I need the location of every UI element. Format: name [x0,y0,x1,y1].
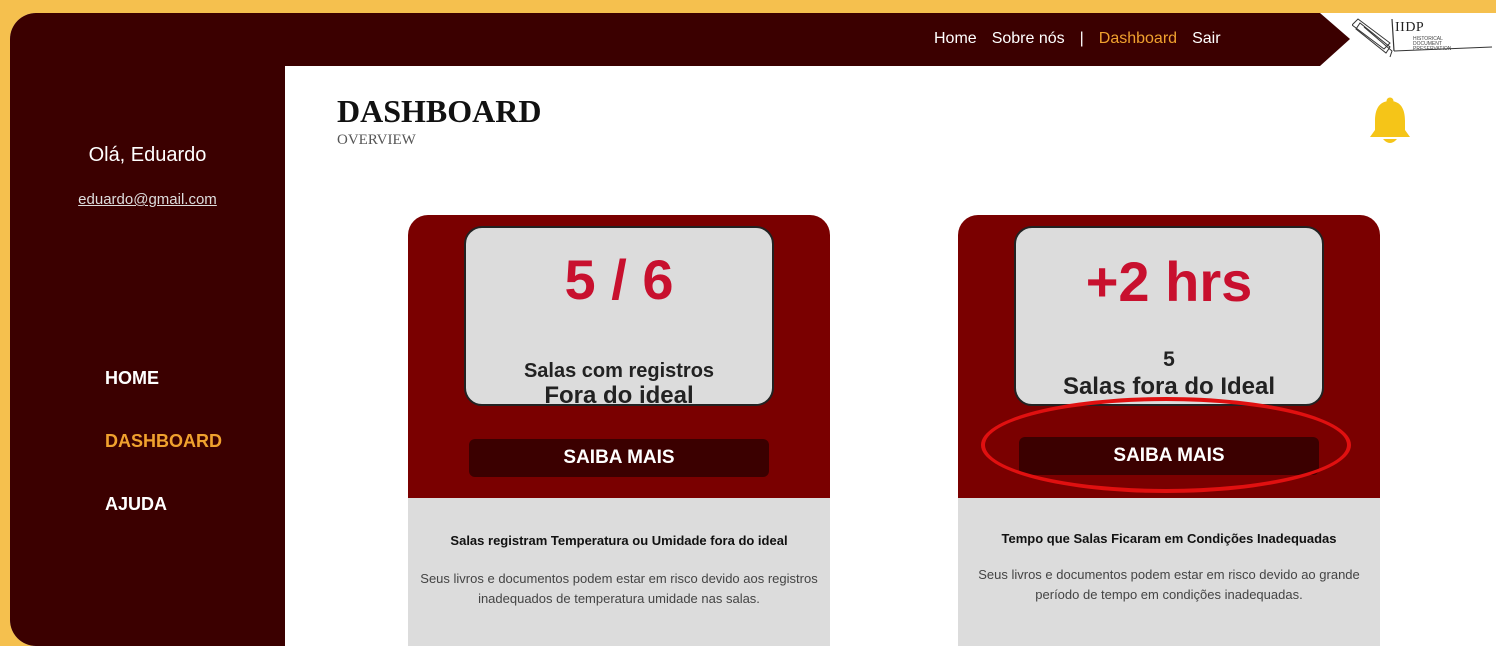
stat-box: 5 / 6 Salas com registros Fora do ideal [464,226,774,409]
card-title: Salas registram Temperatura ou Umidade f… [450,533,788,548]
card-description: Seus livros e documentos podem estar em … [420,571,818,606]
card-time-inadequate: +2 hrs 5 Salas fora do Ideal SAIBA MAIS … [958,215,1380,646]
stat-value: +2 hrs [1085,250,1253,313]
page-subtitle: OVERVIEW [337,132,416,148]
nav-separator: | [1079,30,1084,47]
logo-text: IIDP [1395,20,1425,35]
nav-home-link[interactable]: Home [934,30,977,48]
user-email-link[interactable]: eduardo@gmail.com [10,191,285,208]
stat-label: 5 [1163,348,1175,371]
sidebar-item-dashboard[interactable]: DASHBOARD [105,431,222,452]
sidebar: Olá, Eduardo eduardo@gmail.com HOME DASH… [10,66,285,646]
stat-value: 5 / 6 [564,248,674,311]
app-frame: Home Sobre nós | Dashboard Sair IIDP HIS… [10,13,1496,646]
stat-label: Salas com registros [523,360,715,382]
nav-dashboard-link[interactable]: Dashboard [1099,30,1177,48]
card-rooms-records: 5 / 6 Salas com registros Fora do ideal … [408,215,830,646]
nav-logout-link[interactable]: Sair [1192,30,1220,48]
stat-sublabel: Fora do ideal [544,382,694,409]
bell-icon[interactable] [1366,97,1414,152]
saiba-mais-button[interactable]: SAIBA MAIS [469,439,769,477]
iidp-logo[interactable]: IIDP HISTORICAL DOCUMENT PRESERVATION [1352,13,1496,73]
card-description: Seus livros e documentos podem estar em … [978,567,1360,602]
logo-subtitle: HISTORICAL DOCUMENT PRESERVATION [1413,36,1452,52]
user-greeting: Olá, Eduardo [88,144,207,166]
sidebar-item-home[interactable]: HOME [105,368,222,389]
saiba-mais-button[interactable]: SAIBA MAIS [1019,437,1319,475]
sidebar-menu: HOME DASHBOARD AJUDA [105,368,222,557]
top-nav: Home Sobre nós | Dashboard Sair [934,30,1221,48]
nav-about-link[interactable]: Sobre nós [992,30,1065,48]
sidebar-item-ajuda[interactable]: AJUDA [105,494,222,515]
page-title: DASHBOARD [337,93,542,129]
stat-sublabel: Salas fora do Ideal [1062,373,1276,400]
stat-box: +2 hrs 5 Salas fora do Ideal [1014,226,1324,406]
card-title: Tempo que Salas Ficaram em Condições Ina… [1001,531,1337,546]
